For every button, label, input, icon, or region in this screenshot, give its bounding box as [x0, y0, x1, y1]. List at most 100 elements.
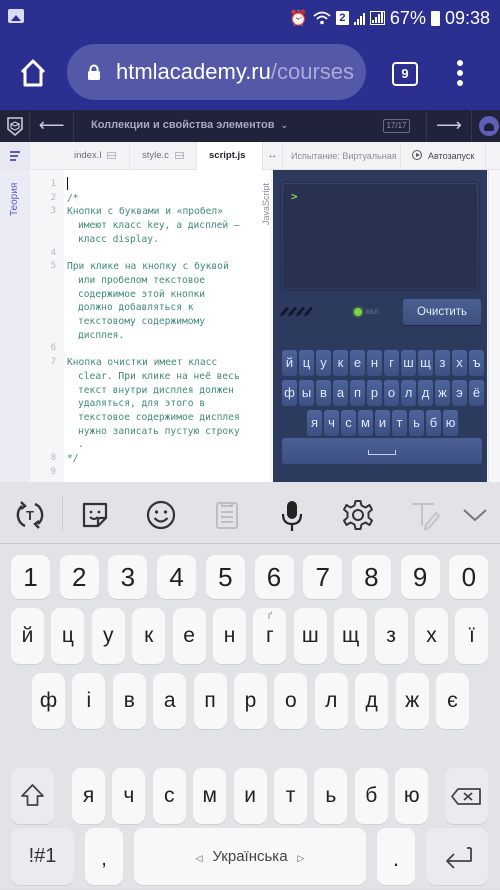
device-key[interactable]: ц: [299, 350, 314, 376]
device-key[interactable]: м: [358, 410, 373, 436]
key-letter[interactable]: ю: [395, 768, 429, 824]
device-key[interactable]: б: [426, 410, 441, 436]
device-key[interactable]: э: [452, 380, 467, 406]
device-key[interactable]: й: [282, 350, 297, 376]
tab-script-js[interactable]: script.js: [197, 142, 263, 170]
key-letter[interactable]: с: [152, 768, 186, 824]
device-key[interactable]: ч: [324, 410, 339, 436]
device-key[interactable]: т: [392, 410, 407, 436]
device-key[interactable]: л: [401, 380, 416, 406]
key-letter[interactable]: п: [193, 673, 227, 729]
code-editor[interactable]: 1 2 3 4 5 6 7 8 9 /* Кнопки с буквами и «пробел» и…: [30, 170, 270, 482]
device-key[interactable]: и: [375, 410, 390, 436]
sticker-icon[interactable]: [78, 498, 112, 532]
space-key[interactable]: ◁ Українська ▷: [134, 828, 366, 885]
device-key[interactable]: ф: [282, 380, 297, 406]
device-key[interactable]: о: [384, 380, 399, 406]
key-letter[interactable]: у: [91, 608, 125, 664]
key-letter[interactable]: ь: [314, 768, 348, 824]
key-letter[interactable]: є: [436, 673, 469, 729]
theory-sidebar[interactable]: [0, 170, 30, 482]
device-key[interactable]: ъ: [469, 350, 484, 376]
device-key[interactable]: г: [384, 350, 399, 376]
key-letter[interactable]: ф: [32, 673, 65, 729]
emoji-icon[interactable]: [144, 498, 178, 532]
device-key[interactable]: е: [350, 350, 365, 376]
home-icon[interactable]: [18, 58, 48, 88]
key-letter[interactable]: з: [374, 608, 408, 664]
device-key[interactable]: у: [316, 350, 331, 376]
key-digit[interactable]: 2: [59, 555, 99, 599]
resize-handle[interactable]: ↔: [263, 142, 283, 170]
key-letter[interactable]: ж: [395, 673, 429, 729]
key-digit[interactable]: 3: [108, 555, 148, 599]
key-letter[interactable]: е: [172, 608, 206, 664]
key-letter[interactable]: н: [213, 608, 246, 664]
academy-logo[interactable]: [0, 110, 30, 142]
next-lesson-button[interactable]: ⟶: [426, 110, 472, 142]
key-letter[interactable]: т: [274, 768, 307, 824]
handwriting-icon[interactable]: [408, 498, 442, 532]
split-view-icon[interactable]: [107, 152, 117, 159]
enter-key[interactable]: [426, 828, 488, 885]
device-key[interactable]: ё: [469, 380, 484, 406]
device-key[interactable]: д: [418, 380, 433, 406]
tab-challenge[interactable]: Испытание: Виртуальная: [283, 142, 401, 170]
key-letter[interactable]: б: [354, 768, 388, 824]
text-swap-icon[interactable]: T: [13, 498, 47, 532]
device-key[interactable]: а: [333, 380, 348, 406]
device-key[interactable]: с: [341, 410, 356, 436]
key-digit[interactable]: 5: [205, 555, 245, 599]
previous-lesson-button[interactable]: ⟵: [30, 110, 74, 142]
key-letter[interactable]: а: [153, 673, 187, 729]
comma-key[interactable]: ,: [85, 828, 123, 885]
device-key[interactable]: ь: [409, 410, 424, 436]
device-key[interactable]: я: [307, 410, 322, 436]
key-digit[interactable]: 1: [11, 555, 50, 599]
period-key[interactable]: .: [377, 828, 415, 885]
key-letter[interactable]: ш: [293, 608, 327, 664]
device-key[interactable]: ю: [443, 410, 458, 436]
address-bar[interactable]: htmlacademy.ru/courses: [67, 44, 366, 100]
device-key[interactable]: к: [333, 350, 348, 376]
key-digit[interactable]: 9: [400, 555, 440, 599]
tab-index-html[interactable]: index.l: [62, 142, 130, 170]
key-digit[interactable]: 6: [254, 555, 294, 599]
autorun-toggle[interactable]: Автозапуск: [402, 142, 486, 170]
key-digit[interactable]: 0: [449, 555, 489, 599]
user-avatar[interactable]: [479, 116, 499, 136]
key-letter[interactable]: х: [415, 608, 448, 664]
theory-label[interactable]: Теория: [9, 183, 20, 216]
microphone-icon[interactable]: [275, 498, 309, 532]
key-letter[interactable]: ч: [112, 768, 146, 824]
shift-key[interactable]: [11, 768, 54, 824]
device-key[interactable]: р: [367, 380, 382, 406]
key-letter[interactable]: ц: [51, 608, 85, 664]
menu-icon[interactable]: [0, 142, 30, 170]
key-digit[interactable]: 4: [157, 555, 197, 599]
key-letter[interactable]: к: [132, 608, 166, 664]
tab-switcher-button[interactable]: 9: [392, 62, 418, 86]
lesson-title-dropdown[interactable]: Коллекции и свойства элементов ⌄: [91, 119, 288, 131]
key-letter[interactable]: о: [274, 673, 308, 729]
device-key[interactable]: ж: [435, 380, 450, 406]
backspace-key[interactable]: [445, 768, 488, 824]
settings-icon[interactable]: [341, 498, 375, 532]
key-letter[interactable]: й: [11, 608, 44, 664]
device-key[interactable]: в: [316, 380, 331, 406]
tab-style-css[interactable]: style.c: [130, 142, 197, 170]
key-digit[interactable]: 8: [351, 555, 391, 599]
symbols-key[interactable]: !#1: [11, 828, 74, 885]
device-key[interactable]: ш: [401, 350, 416, 376]
key-letter[interactable]: я: [72, 768, 105, 824]
key-letter[interactable]: гґ: [253, 608, 287, 664]
key-letter[interactable]: и: [233, 768, 267, 824]
device-space-key[interactable]: [282, 438, 482, 464]
device-key[interactable]: х: [452, 350, 467, 376]
device-key[interactable]: п: [350, 380, 365, 406]
key-letter[interactable]: д: [355, 673, 389, 729]
clipboard-icon[interactable]: [210, 498, 244, 532]
device-key[interactable]: з: [435, 350, 450, 376]
collapse-chevron-icon[interactable]: [458, 498, 492, 532]
key-letter[interactable]: щ: [334, 608, 368, 664]
